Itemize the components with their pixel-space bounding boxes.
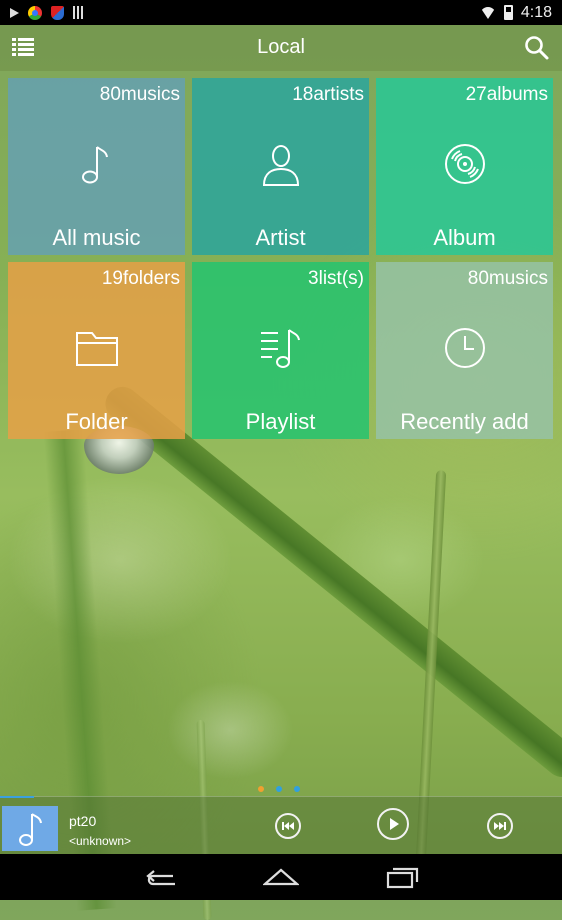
page-dot[interactable] — [258, 786, 264, 792]
page-dot[interactable] — [294, 786, 300, 792]
tile-label: All music — [52, 225, 141, 250]
playback-progress-bar[interactable] — [0, 796, 34, 798]
folder-icon — [75, 332, 118, 366]
skip-next-icon — [494, 822, 506, 830]
tile-all-music[interactable]: 80musics All music — [8, 78, 185, 255]
tile-artist[interactable]: 18artists Artist — [192, 78, 369, 255]
status-bar: 4:18 — [0, 0, 562, 25]
tile-album[interactable]: 27albums Album — [376, 78, 553, 255]
music-note-icon — [81, 146, 108, 184]
mini-player: pt20 <unknown> — [0, 796, 562, 855]
battery-icon — [503, 5, 513, 20]
music-note-icon — [19, 813, 42, 846]
tile-playlist[interactable]: 3list(s) Playlist — [192, 262, 369, 439]
page-dot[interactable] — [276, 786, 282, 792]
disc-icon — [444, 144, 485, 184]
page-indicator — [258, 786, 300, 792]
tile-count: 80musics — [99, 84, 180, 105]
tile-label: Recently add — [400, 409, 529, 434]
tile-count: 19folders — [101, 268, 180, 289]
status-time: 4:18 — [520, 3, 552, 21]
album-cover[interactable] — [2, 806, 58, 851]
tile-label: Album — [433, 225, 496, 250]
tile-label: Folder — [65, 409, 128, 434]
previous-button[interactable] — [275, 813, 301, 839]
background-grass-blade — [98, 380, 562, 785]
security-app-icon — [51, 5, 64, 20]
page-title: Local — [257, 36, 305, 58]
home-icon — [262, 868, 300, 886]
track-title: pt20 — [69, 813, 97, 829]
playlist-icon — [260, 329, 300, 368]
wifi-icon — [479, 5, 496, 21]
next-button[interactable] — [487, 813, 513, 839]
tile-count: 18artists — [292, 84, 364, 105]
tile-folder[interactable]: 19folders Folder — [8, 262, 185, 439]
play-icon — [390, 818, 399, 830]
back-icon — [146, 870, 175, 886]
tile-label: Playlist — [245, 409, 316, 434]
tile-count: 3list(s) — [308, 268, 364, 289]
tile-count: 80musics — [467, 268, 548, 289]
chrome-icon — [28, 5, 42, 20]
clock-icon — [444, 328, 485, 368]
tile-label: Artist — [255, 225, 306, 250]
track-artist: <unknown> — [69, 834, 132, 848]
play-button[interactable] — [377, 808, 409, 840]
tile-recently-add[interactable]: 80musics Recently add — [376, 262, 553, 439]
system-nav-bar — [0, 854, 562, 900]
media-playing-icon — [10, 7, 19, 18]
back-button[interactable] — [143, 864, 179, 890]
home-button[interactable] — [262, 864, 300, 890]
recent-apps-button[interactable] — [385, 864, 421, 890]
recent-apps-icon — [386, 867, 419, 889]
search-button[interactable] — [524, 35, 550, 61]
person-icon — [262, 145, 299, 186]
app-header: Local — [0, 25, 562, 71]
search-icon — [525, 36, 549, 60]
skip-previous-icon — [282, 822, 294, 830]
tile-count: 27albums — [465, 84, 548, 105]
barcode-icon — [73, 6, 85, 19]
